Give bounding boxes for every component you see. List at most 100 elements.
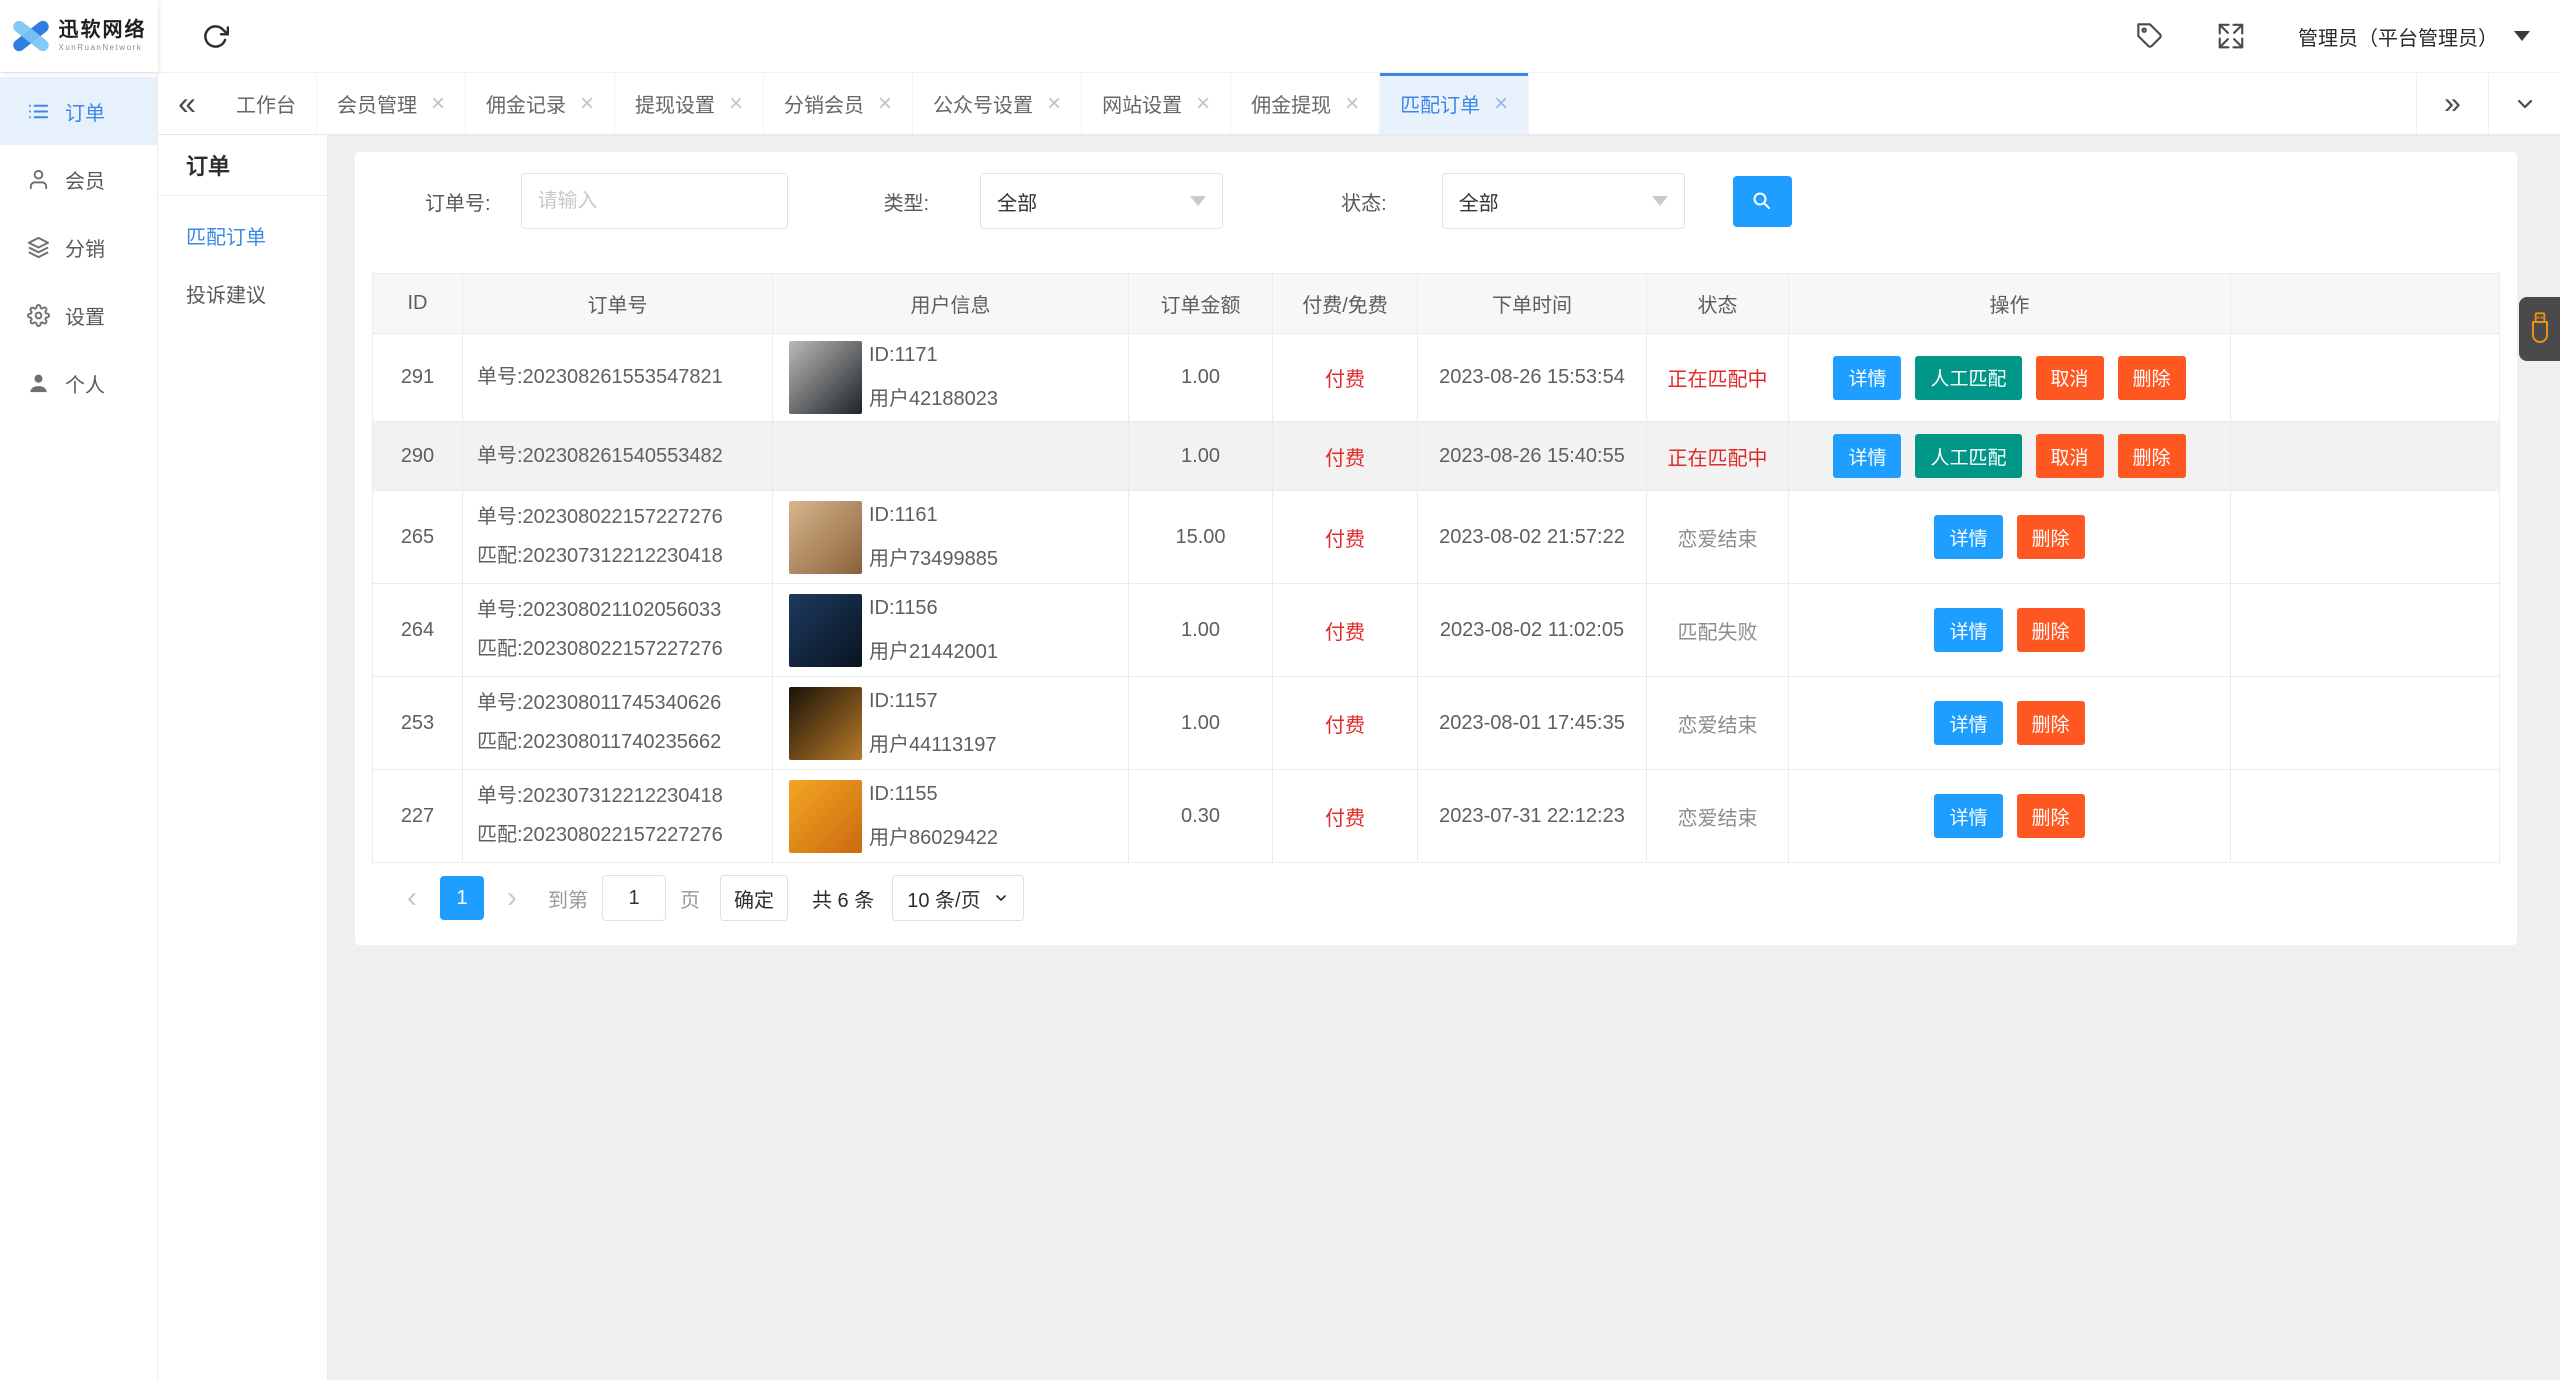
goto-page-input[interactable] [602,875,666,921]
settings-icon [27,303,50,327]
tab-official-account-settings[interactable]: 公众号设置 × [913,73,1083,134]
sidebar-item-profile[interactable]: 个人 [0,349,157,417]
status-select-value: 全部 [1458,192,1499,215]
order-amount-cell: 1.00 [1128,333,1273,422]
submenu-item-complaint-suggestion[interactable]: 投诉建议 [158,264,327,322]
manual-match-button[interactable]: 人工匹配 [1915,355,2022,400]
admin-label: 管理员（平台管理员） [2298,27,2498,50]
delete-button[interactable]: 删除 [2016,701,2085,745]
order-line: 单号:202308261540553482 [477,444,723,467]
delete-button[interactable]: 删除 [2117,355,2186,400]
order-time-cell: 2023-08-01 17:45:35 [1417,676,1647,770]
order-no-input[interactable] [520,173,788,229]
tab-member-manage[interactable]: 会员管理 × [317,73,467,134]
close-icon[interactable]: × [1494,91,1508,116]
tab-label: 提现设置 [635,95,716,117]
cancel-button[interactable]: 取消 [2035,355,2104,400]
order-line: 匹配:202308022157227276 [477,824,723,846]
order-line: 单号:202308011745340626 [477,692,722,714]
order-amount-cell: 1.00 [1128,583,1273,677]
caret-down-icon [1190,196,1207,206]
tab-website-settings[interactable]: 网站设置 × [1082,73,1232,134]
order-id-cell: 291 [372,333,463,422]
order-line: 单号:202308022157227276 [477,506,723,528]
search-icon [1750,189,1774,213]
order-id-cell: 264 [372,583,463,677]
user-info: ID:1155 用户86029422 [789,779,1128,853]
user-avatar [789,686,862,760]
close-icon[interactable]: × [431,91,445,116]
right-region: « 工作台 会员管理 × 佣金记录 × 提现设置 × 分销会员 × 公众号设置 × 网站设置 × 佣金提现… [158,73,2560,1380]
type-select[interactable]: 全部 [980,173,1224,229]
cancel-button[interactable]: 取消 [2035,434,2104,478]
delete-button[interactable]: 删除 [2016,515,2085,559]
user-id: ID:1155 [869,782,938,805]
sidebar-item-distribution[interactable]: 分销 [0,213,157,281]
tag-icon[interactable] [2136,22,2164,50]
tab-withdraw-settings[interactable]: 提现设置 × [615,73,765,134]
status-select[interactable]: 全部 [1441,173,1685,229]
collapse-tabs-icon[interactable]: « [158,73,216,134]
tab-distribution-member[interactable]: 分销会员 × [764,73,914,134]
floating-usb-widget[interactable] [2519,297,2560,361]
close-icon[interactable]: × [1047,91,1061,116]
search-button[interactable] [1732,175,1792,227]
close-icon[interactable]: × [729,91,743,116]
order-id-cell: 253 [372,676,463,770]
tab-match-order[interactable]: 匹配订单 × [1380,73,1530,134]
profile-icon [27,372,50,395]
tab-workbench[interactable]: 工作台 [216,73,317,134]
goto-label: 到第 [548,889,588,912]
refresh-icon[interactable] [202,23,229,50]
tab-commission-record[interactable]: 佣金记录 × [466,73,616,134]
prev-page-icon[interactable]: ‹ [400,883,424,913]
actions-cell: 详情 删除 [1788,769,2231,863]
delete-button[interactable]: 删除 [2016,794,2085,838]
manual-match-button[interactable]: 人工匹配 [1915,434,2022,478]
type-label: 类型: [883,192,930,215]
detail-button[interactable]: 详情 [1934,794,2003,838]
sidebar-item-member[interactable]: 会员 [0,145,157,213]
submenu-item-match-order[interactable]: 匹配订单 [158,206,327,264]
actions-cell: 详情 删除 [1788,583,2231,677]
page-size-select[interactable]: 10 条/页 [892,875,1024,921]
page-number-button[interactable]: 1 [440,876,484,920]
close-icon[interactable]: × [580,91,594,116]
order-id-cell: 227 [372,769,463,863]
user-avatar [789,500,862,574]
next-page-icon[interactable]: › [500,883,524,913]
user-name: 用户73499885 [869,547,998,570]
fullscreen-icon[interactable] [2216,21,2246,51]
table-row: 290 单号:202308261540553482 1.00 付费 2023-08-26… [372,421,2500,491]
scroll-tabs-right-icon[interactable]: » [2416,73,2488,134]
sidebar-item-order[interactable]: 订单 [0,77,157,145]
top-bar-main: 管理员（平台管理员） [158,0,2560,72]
user-name: 用户86029422 [869,826,998,849]
main-content: 订单号: 类型: 全部 状态: 全部 [328,135,2560,1380]
orders-table-body: 291 单号:202308261553547821 ID:1171 用户4218802… [372,333,2500,863]
tab-commission-withdraw[interactable]: 佣金提现 × [1231,73,1381,134]
admin-dropdown[interactable]: 管理员（平台管理员） [2298,22,2530,51]
user-info-cell: ID:1157 用户44113197 [772,676,1129,770]
delete-button[interactable]: 删除 [2117,434,2186,478]
close-icon[interactable]: × [878,91,892,116]
detail-button[interactable]: 详情 [1833,355,1902,400]
close-icon[interactable]: × [1345,91,1359,116]
chevron-down-icon [993,890,1009,906]
detail-button[interactable]: 详情 [1934,515,2003,559]
detail-button[interactable]: 详情 [1934,608,2003,652]
main-layout: 订单 会员 分销 设置 个人 « 工作台 会员管理 × 佣金记录 × 提现设置 × 分销会员 × 公众号设… [0,73,2560,1380]
delete-button[interactable]: 删除 [2016,608,2085,652]
tab-menu-icon[interactable] [2488,73,2560,134]
fee-type-cell: 付费 [1272,583,1418,677]
app-logo: 迅软网络 XunRuanNetwork [0,0,158,72]
close-icon[interactable]: × [1196,91,1210,116]
goto-confirm-button[interactable]: 确定 [720,875,788,921]
column-header: 付费/免费 [1272,273,1418,334]
order-amount-cell: 15.00 [1128,490,1273,584]
usb-icon [2527,310,2553,348]
order-id-cell: 290 [372,421,463,491]
detail-button[interactable]: 详情 [1934,701,2003,745]
sidebar-item-settings[interactable]: 设置 [0,281,157,349]
detail-button[interactable]: 详情 [1833,434,1902,478]
